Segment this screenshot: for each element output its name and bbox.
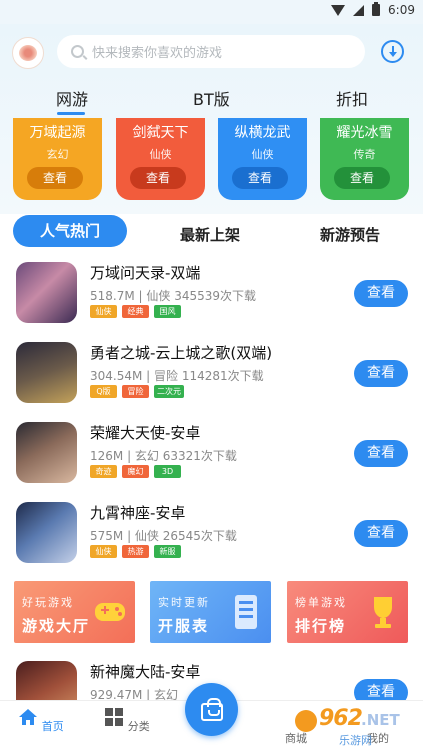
category-title: 剑弑天下 (132, 125, 189, 141)
game-tag: Q版 (90, 385, 117, 398)
watermark-site-name: 乐游网 (339, 734, 372, 747)
game-icon (16, 262, 77, 323)
game-meta: 304.54M | 冒险 114281次下载 (90, 369, 264, 383)
game-name: 万域问天录-双端 (90, 264, 201, 282)
game-tag: 经典 (122, 305, 149, 318)
nav-category[interactable]: 分类 (104, 707, 150, 734)
watermark-logo (295, 710, 317, 732)
category-card[interactable]: 万域起源 玄幻 查看 (13, 118, 102, 200)
game-tag: 二次元 (154, 385, 184, 398)
view-button[interactable]: 查看 (354, 360, 408, 387)
phone-list-icon (235, 595, 257, 629)
search-input[interactable]: 快来搜索你喜欢的游戏 (57, 35, 365, 68)
tab-upcoming[interactable]: 新游预告 (320, 224, 380, 245)
banner-title: 排行榜 (295, 617, 347, 635)
list-item[interactable]: 勇者之城-云上城之歌(双端) 304.54M | 冒险 114281次下载 Q版… (0, 342, 423, 422)
tab-new-releases[interactable]: 最新上架 (180, 224, 240, 245)
category-card[interactable]: 耀光冰雪 传奇 查看 (320, 118, 409, 200)
view-button[interactable]: 查看 (354, 280, 408, 307)
shopping-bag-icon (200, 697, 223, 721)
game-tag: 新服 (154, 545, 181, 558)
banner-subtitle: 榜单游戏 (295, 596, 347, 609)
nav-category-label: 分类 (127, 720, 150, 733)
banner-server-list[interactable]: 实时更新 开服表 (150, 581, 271, 643)
trophy-icon (374, 597, 392, 628)
tab-online-games[interactable]: 网游 (56, 86, 88, 110)
category-genre: 玄幻 (46, 148, 69, 161)
game-icon (16, 422, 77, 483)
banner-subtitle: 实时更新 (158, 596, 210, 609)
list-item[interactable]: 荣耀大天使-安卓 126M | 玄幻 63321次下载 奇迹 魔幻 3D 查看 (0, 422, 423, 502)
game-name: 荣耀大天使-安卓 (90, 424, 201, 442)
banner-ranking[interactable]: 榜单游戏 排行榜 (287, 581, 408, 643)
gamepad-icon (95, 603, 125, 621)
game-tags: 奇迹 魔幻 3D (90, 465, 181, 478)
category-card[interactable]: 剑弑天下 仙侠 查看 (116, 118, 205, 200)
game-meta: 518.7M | 仙侠 345539次下载 (90, 289, 257, 303)
game-tag: 冒险 (122, 385, 149, 398)
banner-title: 游戏大厅 (22, 617, 91, 635)
game-tag: 3D (154, 465, 181, 478)
download-icon (388, 45, 397, 57)
signal-icon (353, 4, 365, 16)
game-name: 九霄神座-安卓 (90, 504, 186, 522)
category-title: 万域起源 (29, 125, 86, 141)
banner-subtitle: 好玩游戏 (22, 596, 74, 609)
game-icon (16, 342, 77, 403)
list-item[interactable]: 九霄神座-安卓 575M | 仙侠 26545次下载 仙侠 热游 新服 查看 (0, 502, 423, 582)
game-tag: 魔幻 (122, 465, 149, 478)
banner-game-hall[interactable]: 好玩游戏 游戏大厅 (14, 581, 135, 643)
search-icon (71, 45, 84, 58)
category-view-button[interactable]: 查看 (130, 167, 186, 189)
game-name: 新神魔大陆-安卓 (90, 663, 201, 681)
list-tabs: 人气热门 最新上架 新游预告 (0, 214, 423, 254)
game-icon (16, 502, 77, 563)
category-title: 纵横龙武 (234, 125, 291, 141)
shop-fab-button[interactable] (185, 683, 238, 736)
category-view-button[interactable]: 查看 (232, 167, 288, 189)
tab-popular[interactable]: 人气热门 (13, 215, 127, 247)
game-meta: 575M | 仙侠 26545次下载 (90, 529, 237, 543)
battery-icon (372, 2, 381, 16)
grid-icon (105, 708, 124, 726)
watermark-suffix: .NET (361, 711, 400, 729)
status-bar: 6:09 (0, 0, 423, 24)
game-tag: 国风 (154, 305, 181, 318)
nav-home-label: 首页 (41, 720, 64, 733)
category-genre: 仙侠 (149, 148, 172, 161)
view-button[interactable]: 查看 (354, 520, 408, 547)
game-tag: 仙侠 (90, 305, 117, 318)
game-tag: 奇迹 (90, 465, 117, 478)
nav-home[interactable]: 首页 (18, 707, 64, 734)
game-tag: 仙侠 (90, 545, 117, 558)
avatar[interactable] (12, 37, 44, 69)
list-item[interactable]: 万域问天录-双端 518.7M | 仙侠 345539次下载 仙侠 经典 国风 … (0, 262, 423, 342)
tab-bt-version[interactable]: BT版 (193, 86, 230, 110)
watermark-number: 962 (319, 706, 363, 731)
status-icons: 6:09 (331, 2, 415, 17)
game-name: 勇者之城-云上城之歌(双端) (90, 344, 273, 362)
game-tags: Q版 冒险 二次元 (90, 385, 184, 398)
game-tag: 热游 (122, 545, 149, 558)
watermark: 962 .NET 乐游网 (289, 704, 417, 748)
tab-discount[interactable]: 折扣 (336, 86, 368, 110)
banner-title: 开服表 (158, 617, 210, 635)
tab-underline (57, 112, 85, 115)
view-button[interactable]: 查看 (354, 440, 408, 467)
category-view-button[interactable]: 查看 (27, 167, 83, 189)
category-title: 耀光冰雪 (336, 125, 393, 141)
category-view-button[interactable]: 查看 (334, 167, 390, 189)
category-genre: 仙侠 (251, 148, 274, 161)
search-placeholder: 快来搜索你喜欢的游戏 (92, 46, 223, 61)
game-meta: 126M | 玄幻 63321次下载 (90, 449, 237, 463)
game-tags: 仙侠 经典 国风 (90, 305, 181, 318)
wifi-icon (331, 4, 346, 16)
game-tags: 仙侠 热游 新服 (90, 545, 181, 558)
download-button[interactable] (381, 40, 404, 63)
category-card[interactable]: 纵横龙武 仙侠 查看 (218, 118, 307, 200)
category-genre: 传奇 (353, 148, 376, 161)
status-time: 6:09 (388, 3, 415, 17)
home-icon (19, 709, 38, 725)
